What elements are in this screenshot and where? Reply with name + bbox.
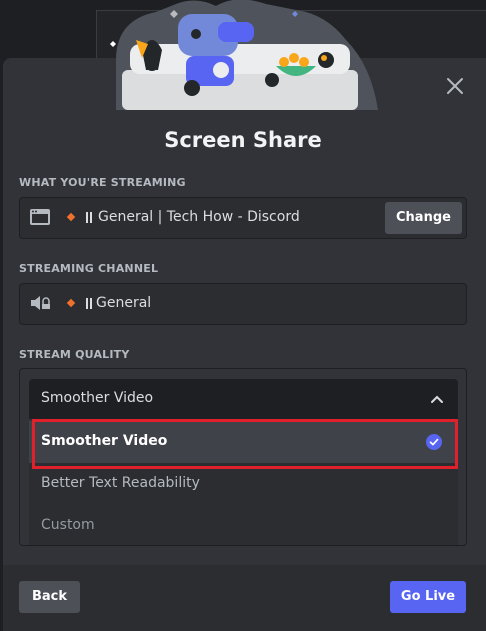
option-label: Better Text Readability (41, 475, 200, 491)
highlight-box (32, 419, 458, 469)
channel-bars-icon (86, 298, 92, 309)
option-label: Custom (41, 517, 95, 533)
window-icon (30, 209, 50, 225)
modal-title: Screen Share (164, 128, 322, 152)
quality-select[interactable]: Smoother Video (29, 379, 458, 419)
quality-option-custom[interactable]: Custom (29, 505, 458, 545)
quality-selected-value: Smoother Video (41, 390, 154, 406)
go-live-button[interactable]: Go Live (390, 581, 466, 613)
speaker-icon (31, 296, 50, 310)
channel-name-text: General (96, 295, 152, 311)
streaming-section-label: WHAT YOU'RE STREAMING (19, 176, 186, 189)
quality-option-better-text[interactable]: Better Text Readability (29, 463, 458, 505)
hero-illustration (110, 0, 378, 110)
chevron-up-icon (431, 395, 443, 403)
quality-section-label: STREAM QUALITY (19, 348, 130, 361)
channel-section-label: STREAMING CHANNEL (19, 262, 159, 275)
change-button[interactable]: Change (385, 202, 462, 234)
channel-bars-icon (86, 212, 92, 223)
streaming-source-text: General | Tech How - Discord (98, 209, 300, 225)
back-button[interactable]: Back (19, 581, 80, 613)
close-icon[interactable] (443, 74, 467, 98)
